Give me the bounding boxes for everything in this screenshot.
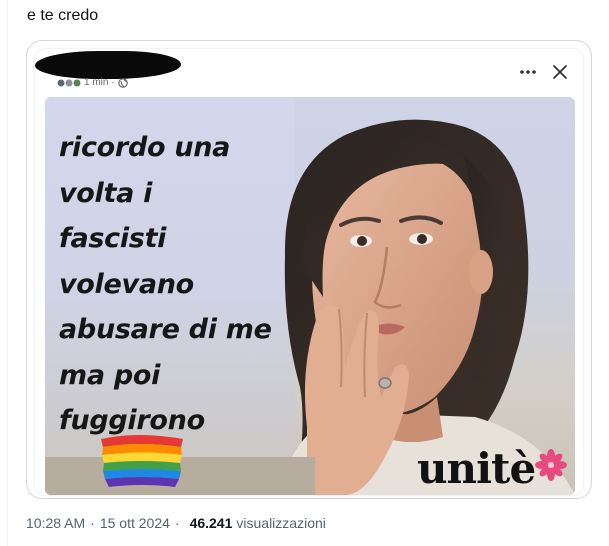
meme-caption: ricordo una volta i fascisti volevano ab… [59,125,319,444]
post-meta: 1 min · [57,77,128,88]
redacted-author-name-tail [115,55,179,73]
globe-icon [117,77,128,88]
tweet-date[interactable]: 15 ott 2024 [100,515,170,531]
caption-line: volta i [59,177,153,209]
separator: · [174,515,180,531]
avatar-dots-icon [57,79,81,86]
tweet-footer: 10:28 AM · 15 ott 2024 · 46.241 visualiz… [26,515,326,531]
unita-logo: unitè [417,444,536,493]
views-count: 46.241 [189,515,233,531]
caption-line: abusare di me [59,314,272,345]
tweet-text: e te credo [27,7,99,24]
tweet-media-card[interactable]: 1 min · ricordo una volta i fascisti vol… [26,40,592,499]
post-photo[interactable]: ricordo una volta i fascisti volevano ab… [45,97,575,495]
caption-line: volevano [59,268,194,300]
caption-line: ricordo una [59,132,231,163]
close-icon[interactable] [552,64,568,80]
rainbow-flag-icon [101,435,183,487]
flower-logo-icon [535,449,567,481]
more-horizontal-icon[interactable] [519,67,537,77]
logo-accent: è [509,444,536,493]
caption-line: ma poi [59,359,161,391]
timeline-divider [7,0,8,546]
logo-word: unit [417,444,510,493]
separator: · [90,515,95,531]
caption-line: fascisti [59,223,167,254]
tweet-time[interactable]: 10:28 AM [26,515,85,531]
post-timestamp: 1 min · [84,77,115,88]
views-label: visualizzazioni [236,515,326,531]
embedded-facebook-post: 1 min · ricordo una volta i fascisti vol… [35,49,583,495]
